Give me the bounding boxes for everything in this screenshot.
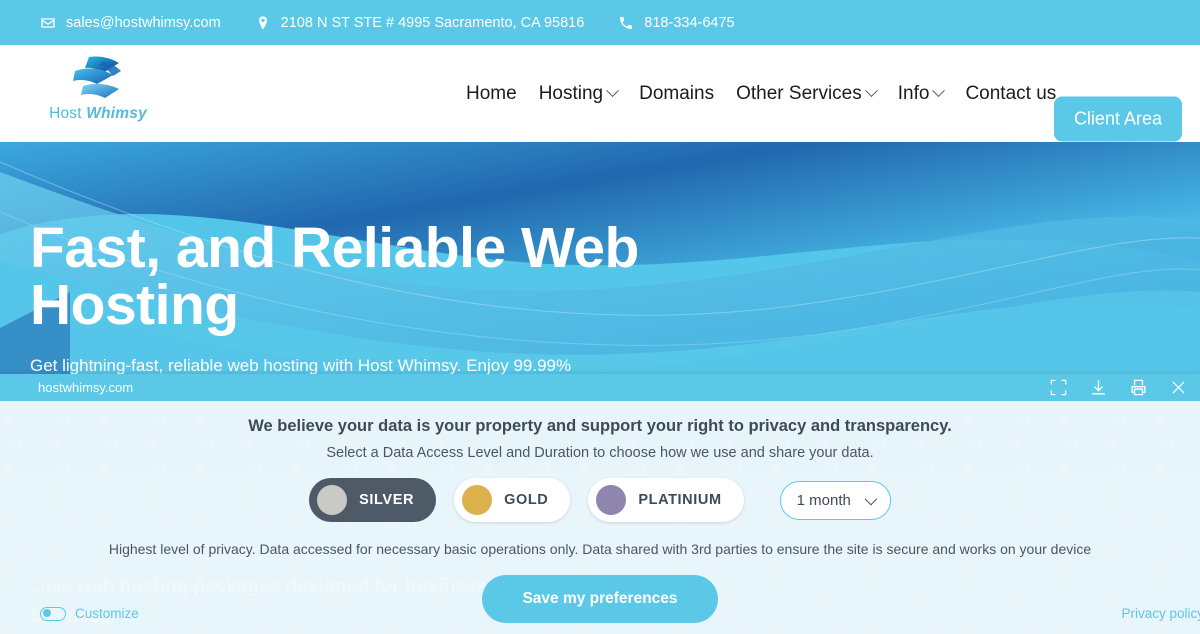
contact-email[interactable]: sales@hostwhimsy.com [40, 15, 221, 31]
dialog-footer: Customize Privacy policy [0, 606, 1200, 621]
dialog-headline: We believe your data is your property an… [248, 417, 952, 435]
nav-item-hosting[interactable]: Hosting [538, 82, 619, 105]
nav-item-info[interactable]: Info [897, 82, 946, 105]
dialog-body: We believe your data is your property an… [0, 401, 1200, 623]
nav-label-info: Info [897, 82, 930, 104]
download-icon[interactable] [1089, 378, 1108, 397]
contact-phone-text: 818-334-6475 [644, 14, 735, 31]
page-root: sales@hostwhimsy.com 2108 N ST STE # 499… [0, 0, 1200, 634]
fullscreen-icon[interactable] [1049, 378, 1068, 397]
nav-label-hosting: Hosting [538, 82, 604, 104]
chevron-down-icon [932, 84, 946, 98]
customize-label: Customize [75, 606, 139, 621]
dialog-titlebar: hostwhimsy.com [0, 374, 1200, 401]
customize-toggle[interactable]: Customize [40, 606, 139, 621]
chevron-down-icon [864, 492, 878, 505]
silver-color-swatch [317, 485, 348, 515]
level-label-silver: SILVER [359, 492, 415, 508]
hero-subheading: Get lightning-fast, reliable web hosting… [30, 356, 572, 375]
chevron-down-icon [864, 84, 878, 98]
gold-color-swatch [462, 485, 493, 515]
data-access-level-selector: SILVER GOLD PLATINIUM 1 month [0, 478, 1200, 522]
level-option-platinium[interactable]: PLATINIUM [588, 478, 744, 522]
logo-text: Host Whimsy [49, 105, 147, 122]
level-label-platinium: PLATINIUM [638, 492, 722, 508]
chevron-down-icon [606, 84, 619, 98]
nav-item-other-services[interactable]: Other Services [736, 82, 878, 105]
top-contact-bar: sales@hostwhimsy.com 2108 N ST STE # 499… [0, 0, 1200, 45]
nav-item-home[interactable]: Home [466, 83, 517, 105]
dialog-titlebar-actions [1049, 378, 1190, 397]
duration-select[interactable]: 1 month [779, 480, 891, 520]
close-icon[interactable] [1169, 378, 1188, 397]
nav-label-domains: Domains [639, 82, 715, 104]
privacy-preferences-dialog: hostwhimsy.com We believe your data is y… [0, 374, 1200, 634]
contact-phone[interactable]: 818-334-6475 [618, 14, 735, 31]
nav-label-home: Home [466, 82, 517, 104]
site-header: Host Whimsy Home Hosting Domains Other S… [0, 45, 1200, 142]
nav-label-contact-us: Contact us [965, 82, 1057, 104]
phone-icon [618, 15, 634, 31]
platinium-color-swatch [596, 485, 627, 515]
contact-address[interactable]: 2108 N ST STE # 4995 Sacramento, CA 9581… [255, 14, 585, 31]
privacy-policy-link[interactable]: Privacy policy [1121, 606, 1200, 621]
dialog-subline: Select a Data Access Level and Duration … [326, 445, 874, 461]
dialog-domain-label: hostwhimsy.com [38, 380, 134, 395]
level-label-gold: GOLD [504, 492, 549, 508]
location-pin-icon [255, 15, 271, 31]
level-option-silver[interactable]: SILVER [309, 478, 437, 522]
level-option-gold[interactable]: GOLD [454, 478, 571, 522]
toggle-switch-icon[interactable] [40, 606, 66, 621]
main-navigation: Home Hosting Domains Other Services Info… [466, 45, 1056, 142]
contact-email-text: sales@hostwhimsy.com [66, 14, 221, 31]
duration-value: 1 month [796, 491, 851, 509]
print-icon[interactable] [1129, 378, 1148, 397]
contact-address-text: 2108 N ST STE # 4995 Sacramento, CA 9581… [280, 14, 585, 31]
hero-content: Fast, and Reliable Web Hosting Get light… [30, 220, 710, 376]
nav-item-domains[interactable]: Domains [639, 83, 714, 105]
logo-mark-icon [59, 53, 137, 103]
hero-heading: Fast, and Reliable Web Hosting [30, 216, 639, 337]
envelope-icon [40, 15, 56, 31]
nav-item-contact-us[interactable]: Contact us [965, 83, 1056, 105]
nav-label-other-services: Other Services [736, 82, 862, 104]
level-description: Highest level of privacy. Data accessed … [108, 541, 1092, 557]
client-area-button[interactable]: Client Area [1053, 96, 1182, 142]
site-logo[interactable]: Host Whimsy [48, 53, 148, 135]
